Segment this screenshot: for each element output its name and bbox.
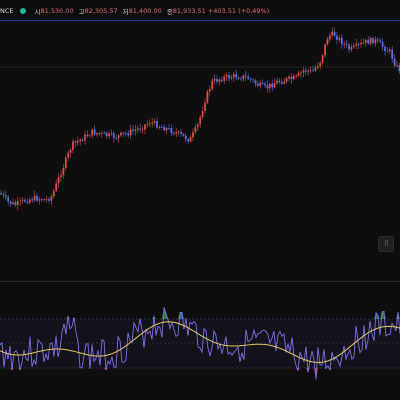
- price-chart-area[interactable]: NCE 시 81,530.00 고 82,305.57 저 81,400.00 …: [0, 0, 400, 400]
- signal-line: [0, 321, 400, 363]
- overbought-fill: [0, 307, 400, 319]
- oscillator-pane: [0, 307, 400, 380]
- oversold-fill: [0, 368, 400, 380]
- oscillator-line: [0, 307, 400, 380]
